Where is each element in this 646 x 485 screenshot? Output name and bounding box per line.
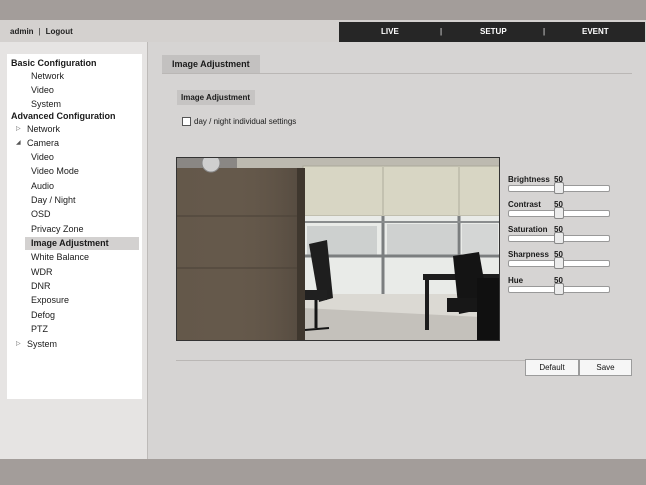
contrast-slider-thumb[interactable]	[554, 207, 564, 219]
sidebar-group-label: Camera	[27, 138, 60, 148]
sidebar-group-label: System	[27, 339, 58, 349]
sidebar-item-exposure[interactable]: Exposure	[31, 294, 166, 307]
tab-divider	[162, 73, 632, 74]
saturation-slider-thumb[interactable]	[554, 232, 564, 244]
day-night-checkbox-label: day / night individual settings	[194, 117, 297, 126]
hue-slider-thumb[interactable]	[554, 283, 564, 295]
sidebar-item-network[interactable]: Network	[31, 70, 166, 83]
sidebar-item-osd[interactable]: OSD	[31, 208, 166, 221]
brightness-slider-thumb[interactable]	[554, 182, 564, 194]
main-panel: Image Adjustment Image Adjustment day / …	[149, 42, 646, 459]
sidebar-item-white-balance[interactable]: White Balance	[31, 251, 166, 264]
tab-image-adjustment[interactable]: Image Adjustment	[162, 55, 260, 73]
triangle-down-icon: ◢	[16, 140, 21, 146]
sharpness-slider-thumb[interactable]	[554, 257, 564, 269]
sidebar-item-privacy-zone[interactable]: Privacy Zone	[31, 223, 166, 236]
default-button[interactable]: Default	[525, 359, 579, 376]
sidebar-heading-basic: Basic Configuration	[11, 58, 97, 68]
triangle-right-icon: ▷	[16, 126, 21, 132]
sidebar-item-video-mode[interactable]: Video Mode	[31, 165, 166, 178]
sidebar-item-dnr[interactable]: DNR	[31, 280, 166, 293]
sharpness-label: Sharpness	[508, 250, 549, 259]
user-name: admin	[10, 27, 34, 36]
top-nav: LIVE | SETUP | EVENT	[339, 22, 645, 42]
user-area: admin | Logout	[10, 27, 73, 36]
sidebar-item-audio[interactable]: Audio	[31, 180, 166, 193]
sidebar-item-wdr[interactable]: WDR	[31, 266, 166, 279]
triangle-right-icon: ▷	[16, 341, 21, 347]
contrast-label: Contrast	[508, 200, 541, 209]
camera-preview-image	[177, 158, 499, 340]
sidebar-area: Basic Configuration Network Video System…	[0, 42, 148, 459]
save-button[interactable]: Save	[579, 359, 632, 376]
nav-live[interactable]: LIVE	[381, 27, 399, 36]
hue-label: Hue	[508, 276, 524, 285]
section-title: Image Adjustment	[177, 90, 255, 105]
top-frame	[0, 0, 646, 20]
sidebar-item-camera-video[interactable]: Video	[31, 151, 166, 164]
sidebar-item-image-adjustment[interactable]: Image Adjustment	[25, 237, 139, 250]
user-separator: |	[38, 27, 41, 36]
sidebar: Basic Configuration Network Video System…	[7, 54, 142, 399]
logout-link[interactable]: Logout	[46, 27, 73, 36]
sidebar-item-video[interactable]: Video	[31, 84, 166, 97]
nav-event[interactable]: EVENT	[582, 27, 609, 36]
sidebar-heading-advanced: Advanced Configuration	[11, 111, 116, 121]
footer-bar	[0, 459, 646, 485]
sidebar-group-system[interactable]: ▷ System	[7, 338, 142, 351]
sidebar-item-defog[interactable]: Defog	[31, 309, 166, 322]
saturation-label: Saturation	[508, 225, 548, 234]
sidebar-item-ptz[interactable]: PTZ	[31, 323, 166, 336]
nav-setup[interactable]: SETUP	[480, 27, 507, 36]
nav-divider: |	[543, 27, 546, 36]
brightness-label: Brightness	[508, 175, 550, 184]
day-night-checkbox[interactable]	[182, 117, 191, 126]
camera-preview	[176, 157, 500, 341]
sidebar-item-day-night[interactable]: Day / Night	[31, 194, 166, 207]
sidebar-group-network[interactable]: ▷ Network	[7, 123, 142, 136]
nav-divider: |	[440, 27, 443, 36]
sidebar-group-label: Network	[27, 124, 61, 134]
sidebar-group-camera[interactable]: ◢ Camera	[7, 137, 142, 150]
